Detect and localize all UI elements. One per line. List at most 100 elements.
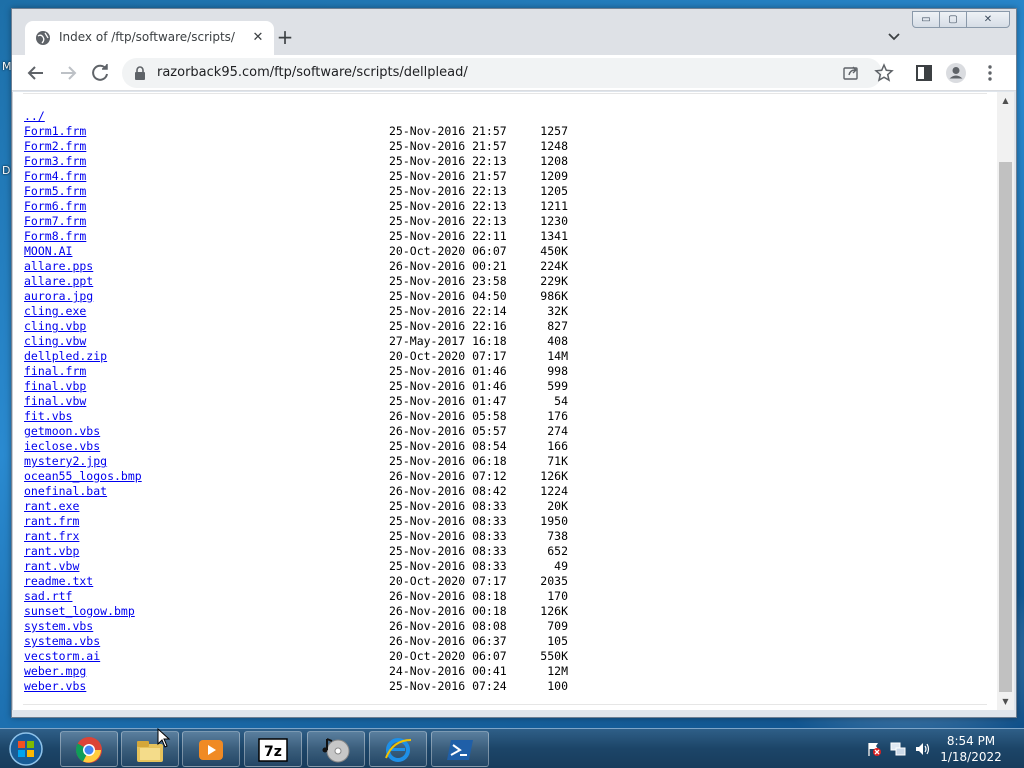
file-date: 20-Oct-2020 06:07 — [389, 649, 507, 663]
taskbar-internet-explorer-button[interactable] — [369, 731, 427, 767]
file-size: 1230 — [540, 214, 568, 228]
file-link[interactable]: sunset_logow.bmp — [24, 604, 135, 619]
vertical-scrollbar[interactable]: ▲ ▼ — [997, 92, 1014, 710]
file-link[interactable]: vecstorm.ai — [24, 649, 100, 664]
share-icon[interactable] — [842, 64, 860, 82]
table-row: system.vbs 26-Nov-2016 08:08 709 — [24, 619, 568, 634]
file-link[interactable]: cling.vbw — [24, 334, 86, 349]
star-icon[interactable] — [874, 63, 894, 83]
new-tab-button[interactable]: + — [274, 26, 296, 48]
minimize-button[interactable]: ▭ — [912, 11, 940, 28]
table-row: sunset_logow.bmp 26-Nov-2016 00:18 126K — [24, 604, 568, 619]
file-link[interactable]: final.vbw — [24, 394, 86, 409]
file-date: 20-Oct-2020 06:07 — [389, 244, 507, 258]
file-link[interactable]: Form1.frm — [24, 124, 86, 139]
lock-icon[interactable] — [132, 65, 148, 81]
url-text[interactable]: razorback95.com/ftp/software/scripts/del… — [157, 65, 468, 80]
file-link[interactable]: system.vbs — [24, 619, 93, 634]
file-link[interactable]: onefinal.bat — [24, 484, 107, 499]
file-link[interactable]: allare.ppt — [24, 274, 93, 289]
window-controls: ▭ ▢ ✕ — [912, 11, 1010, 29]
forward-arrow-icon[interactable] — [56, 61, 80, 85]
file-size: 100 — [547, 679, 568, 693]
file-size: 71K — [547, 454, 568, 468]
file-link[interactable]: aurora.jpg — [24, 289, 93, 304]
file-size: 827 — [547, 319, 568, 333]
file-link[interactable]: Form6.frm — [24, 199, 86, 214]
file-date: 25-Nov-2016 08:54 — [389, 439, 507, 453]
file-link[interactable]: final.frm — [24, 364, 86, 379]
maximize-button[interactable]: ▢ — [939, 11, 967, 28]
kebab-menu-icon[interactable] — [978, 61, 1002, 85]
file-link[interactable]: Form8.frm — [24, 229, 86, 244]
file-link[interactable]: rant.vbp — [24, 544, 79, 559]
file-size: 229K — [540, 274, 568, 288]
scroll-up-arrow-icon[interactable]: ▲ — [997, 92, 1014, 109]
file-link[interactable]: weber.vbs — [24, 679, 86, 694]
file-link[interactable]: mystery2.jpg — [24, 454, 107, 469]
file-link[interactable]: getmoon.vbs — [24, 424, 100, 439]
table-row: Form4.frm 25-Nov-2016 21:57 1209 — [24, 169, 568, 184]
file-link[interactable]: ieclose.vbs — [24, 439, 100, 454]
file-date: 20-Oct-2020 07:17 — [389, 349, 507, 363]
mouse-cursor-icon — [157, 728, 171, 748]
file-size: 14M — [547, 349, 568, 363]
file-link[interactable]: rant.exe — [24, 499, 79, 514]
file-link[interactable]: weber.mpg — [24, 664, 86, 679]
file-link[interactable]: rant.frm — [24, 514, 79, 529]
file-link[interactable]: readme.txt — [24, 574, 93, 589]
clock-time: 8:54 PM — [946, 734, 996, 748]
action-center-flag-icon[interactable] — [866, 741, 882, 757]
taskbar-media-center-button[interactable] — [307, 731, 365, 767]
file-size: 274 — [547, 424, 568, 438]
file-link[interactable]: MOON.AI — [24, 244, 72, 259]
chevron-down-icon[interactable] — [884, 27, 904, 47]
file-link[interactable]: cling.exe — [24, 304, 86, 319]
file-size: 1257 — [540, 124, 568, 138]
back-arrow-icon[interactable] — [24, 61, 48, 85]
taskbar-media-player-button[interactable] — [182, 731, 240, 767]
taskbar-chrome-button[interactable] — [60, 731, 118, 767]
taskbar-clock[interactable]: 8:54 PM 1/18/2022 — [926, 733, 1016, 765]
profile-avatar-icon[interactable] — [944, 61, 968, 85]
file-link[interactable]: dellpled.zip — [24, 349, 107, 364]
file-link[interactable]: ocean55_logos.bmp — [24, 469, 142, 484]
side-panel-icon[interactable] — [912, 61, 936, 85]
file-link[interactable]: rant.vbw — [24, 559, 79, 574]
address-bar[interactable]: razorback95.com/ftp/software/scripts/del… — [122, 58, 894, 88]
file-link[interactable]: fit.vbs — [24, 409, 72, 424]
file-link[interactable]: Form7.frm — [24, 214, 86, 229]
directory-listing: ../ Form1.frm 25-Nov-2016 21:57 1257 Form2.… — [24, 109, 568, 694]
file-link[interactable]: Form4.frm — [24, 169, 86, 184]
tab-active[interactable]: Index of /ftp/software/scripts/dellplead… — [25, 21, 274, 55]
file-link[interactable]: rant.frx — [24, 529, 79, 544]
file-link[interactable]: cling.vbp — [24, 319, 86, 334]
desktop-icon-label: D — [2, 164, 11, 177]
globe-icon — [36, 31, 50, 45]
table-row: onefinal.bat 26-Nov-2016 08:42 1224 — [24, 484, 568, 499]
tab-close-icon[interactable]: ✕ — [249, 29, 267, 47]
reload-icon[interactable] — [88, 61, 112, 85]
file-link[interactable]: allare.pps — [24, 259, 93, 274]
file-link[interactable]: sad.rtf — [24, 589, 72, 604]
start-button-windows-orb-icon[interactable] — [4, 730, 48, 768]
network-icon[interactable] — [890, 741, 906, 757]
file-date: 25-Nov-2016 22:14 — [389, 304, 507, 318]
file-size: 166 — [547, 439, 568, 453]
taskbar-powershell-button[interactable] — [431, 731, 489, 767]
parent-directory-link[interactable]: ../ — [24, 109, 45, 124]
file-link[interactable]: Form5.frm — [24, 184, 86, 199]
file-link[interactable]: final.vbp — [24, 379, 86, 394]
file-size: 408 — [547, 334, 568, 348]
file-link[interactable]: systema.vbs — [24, 634, 100, 649]
file-link[interactable]: Form2.frm — [24, 139, 86, 154]
file-date: 25-Nov-2016 04:50 — [389, 289, 507, 303]
scrollbar-thumb[interactable] — [999, 162, 1012, 692]
table-row: sad.rtf 26-Nov-2016 08:18 170 — [24, 589, 568, 604]
file-link[interactable]: Form3.frm — [24, 154, 86, 169]
close-button[interactable]: ✕ — [966, 11, 1010, 28]
taskbar-7zip-button[interactable]: 7z — [244, 731, 302, 767]
scroll-down-arrow-icon[interactable]: ▼ — [997, 693, 1014, 710]
table-row: rant.frm 25-Nov-2016 08:33 1950 — [24, 514, 568, 529]
table-row: cling.exe 25-Nov-2016 22:14 32K — [24, 304, 568, 319]
